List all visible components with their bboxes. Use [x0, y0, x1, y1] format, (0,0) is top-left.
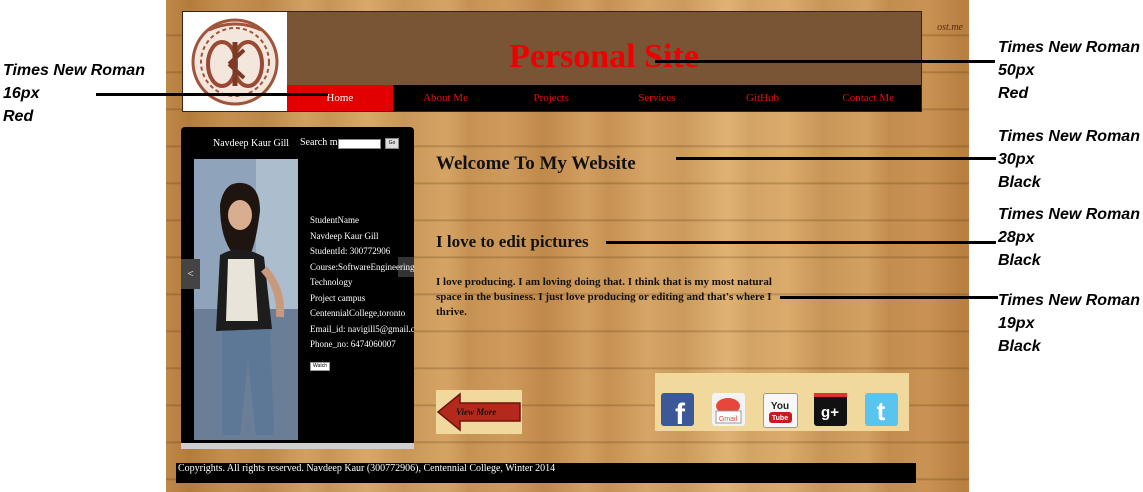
annotation-font-color: Black — [998, 252, 1041, 269]
youtube-glyph-icon: You Tube — [769, 401, 792, 423]
nav-about-me[interactable]: About Me — [393, 85, 499, 111]
annotation-welcome-font: Times New Roman 30px Black — [998, 125, 1140, 194]
google-plus-glyph-icon: g+ — [814, 393, 847, 421]
info-line: Course:SoftwareEngineering — [310, 261, 414, 272]
annotation-font-size: 28px — [998, 229, 1035, 246]
svg-text:Tube: Tube — [772, 415, 788, 422]
nav-contact-me[interactable]: Contact Me — [815, 85, 921, 111]
annotation-subheading-font: Times New Roman 28px Black — [998, 203, 1140, 272]
corner-text: ost.me — [937, 22, 963, 33]
twitter-icon[interactable]: t — [865, 393, 898, 426]
profile-panel: Navdeep Kaur Gill Search me: Go < Studen… — [181, 127, 414, 445]
annotation-font-name: Times New Roman — [998, 292, 1140, 309]
facebook-glyph-icon: f — [675, 398, 686, 431]
info-line: CentennialCollege,toronto — [310, 308, 406, 318]
pointer-line-welcome — [676, 157, 996, 160]
gmail-icon[interactable]: Gmail — [712, 393, 745, 426]
pointer-line-nav — [96, 93, 328, 96]
annotation-font-color: Black — [998, 338, 1041, 355]
profile-photo — [194, 159, 298, 440]
nav-projects[interactable]: Projects — [498, 85, 604, 111]
search-input[interactable] — [338, 139, 381, 149]
annotation-font-color: Red — [998, 85, 1029, 102]
info-line: StudentName — [310, 215, 359, 225]
google-plus-glyph: g+ — [821, 404, 839, 421]
info-line: Navdeep Kaur Gill — [310, 230, 379, 241]
annotation-font-size: 30px — [998, 151, 1035, 168]
pointer-line-title — [655, 60, 995, 63]
nav-github[interactable]: GitHub — [710, 85, 816, 111]
gmail-glyph-icon: Gmail — [715, 398, 742, 424]
annotation-font-size: 50px — [998, 62, 1035, 79]
profile-info: StudentName Navdeep Kaur Gill StudentId:… — [310, 213, 414, 353]
annotation-body-font: Times New Roman 19px Black — [998, 289, 1140, 358]
site-footer: Copyrights. All rights reserved. Navdeep… — [176, 463, 916, 483]
pointer-line-body — [780, 296, 998, 299]
annotation-title-font: Times New Roman 50px Red — [998, 36, 1140, 105]
youtube-icon[interactable]: You Tube — [763, 393, 798, 428]
twitter-glyph: t — [877, 396, 886, 426]
annotation-font-name: Times New Roman — [998, 206, 1140, 223]
profile-name: Navdeep Kaur Gill — [213, 138, 290, 149]
google-plus-icon[interactable]: g+ — [814, 393, 847, 426]
edit-pictures-heading: I love to edit pictures — [436, 232, 589, 251]
pointer-line-subheading — [606, 241, 996, 244]
welcome-heading: Welcome To My Website — [436, 153, 636, 174]
svg-text:You: You — [771, 401, 789, 412]
annotation-font-size: 19px — [998, 315, 1035, 332]
twitter-glyph-icon: t — [877, 396, 886, 426]
site-title: Personal Site — [509, 38, 699, 75]
site-logo — [183, 12, 287, 111]
facebook-glyph: f — [675, 398, 686, 426]
info-button[interactable]: Watch — [310, 362, 330, 371]
annotation-font-color: Black — [998, 174, 1041, 191]
facebook-icon[interactable]: f — [661, 393, 694, 431]
annotation-font-name: Times New Roman — [998, 39, 1140, 56]
info-line: Email_id: navigill5@gmail.com — [310, 323, 414, 334]
slideshow-prev-button[interactable]: < — [181, 259, 200, 289]
info-line: Phone_no: 6474060007 — [310, 339, 396, 349]
panel-bottom-bar — [181, 443, 414, 449]
annotation-font-color: Red — [3, 108, 34, 125]
gmail-label: Gmail — [719, 416, 738, 423]
social-links: f Gmail You Tube g+ t — [655, 373, 909, 431]
annotation-font-name: Times New Roman — [3, 62, 145, 79]
info-line: Technology — [310, 277, 353, 287]
main-nav: Home About Me Projects Services GitHub C… — [287, 85, 921, 111]
nav-home[interactable]: Home — [287, 85, 393, 111]
annotation-font-name: Times New Roman — [998, 128, 1140, 145]
info-line: Project campus — [310, 292, 366, 303]
search-button[interactable]: Go — [385, 138, 399, 149]
info-line: StudentId: 300772906 — [310, 246, 391, 256]
intro-paragraph: I love producing. I am loving doing that… — [436, 276, 772, 318]
website-screenshot: ost.me Personal Site Home About Me Proje… — [166, 0, 969, 492]
nav-services[interactable]: Services — [604, 85, 710, 111]
person-photo-icon — [194, 159, 298, 440]
view-more-label: View More — [456, 407, 497, 417]
